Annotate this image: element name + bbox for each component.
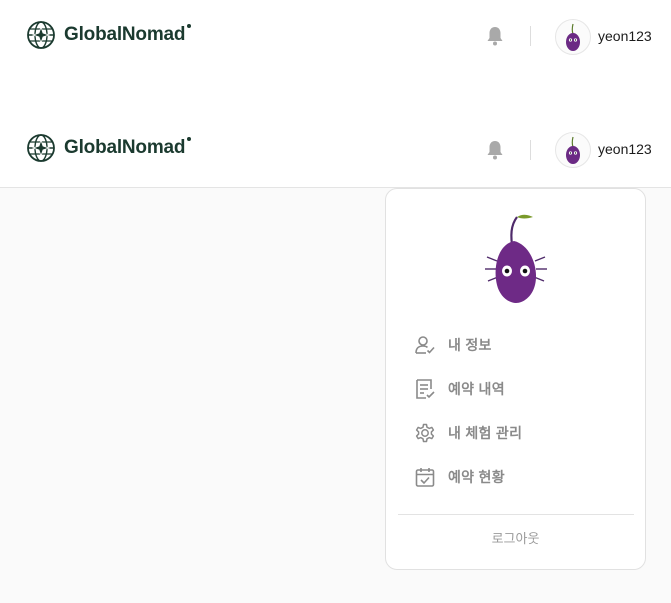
dropdown-divider	[398, 514, 634, 515]
profile-dropdown: 내 정보 예약 내역 내 체험 관리 예약 현황 로그아웃	[385, 188, 646, 570]
logo[interactable]: GlobalNomad	[26, 133, 192, 163]
menu-item-my-info[interactable]: 내 정보	[414, 333, 492, 357]
username[interactable]: yeon123	[598, 28, 652, 44]
menu-item-reservations[interactable]: 예약 내역	[414, 377, 505, 401]
menu-item-reservation-status[interactable]: 예약 현황	[414, 465, 505, 489]
calendar-check-icon	[415, 468, 435, 487]
brand-name: GlobalNomad	[64, 137, 192, 159]
menu-item-label: 예약 현황	[448, 469, 505, 485]
username[interactable]: yeon123	[598, 141, 652, 157]
header-divider	[530, 26, 531, 46]
header-closed: GlobalNomad yeon123	[0, 0, 671, 72]
logo-dot	[187, 24, 192, 28]
avatar[interactable]	[555, 132, 591, 168]
logout-button[interactable]: 로그아웃	[386, 528, 645, 547]
brand-name: GlobalNomad	[64, 24, 192, 46]
avatar[interactable]	[555, 19, 591, 55]
logo-dot	[187, 137, 192, 141]
menu-item-manage-experiences[interactable]: 내 체험 관리	[414, 421, 522, 445]
header-divider	[530, 140, 531, 160]
globe-compass-icon	[27, 21, 55, 49]
user-check-icon	[415, 336, 435, 354]
menu-item-label: 내 정보	[448, 337, 492, 353]
logo[interactable]: GlobalNomad	[26, 20, 192, 50]
bell-icon[interactable]	[486, 140, 504, 160]
header-open: GlobalNomad yeon123	[0, 113, 671, 188]
menu-item-label: 내 체험 관리	[448, 425, 523, 441]
document-list-icon	[416, 379, 435, 399]
globe-compass-icon	[27, 134, 55, 162]
bell-icon[interactable]	[486, 26, 504, 46]
gear-icon	[415, 423, 435, 443]
profile-avatar-large	[485, 214, 547, 303]
menu-item-label: 예약 내역	[448, 381, 505, 397]
